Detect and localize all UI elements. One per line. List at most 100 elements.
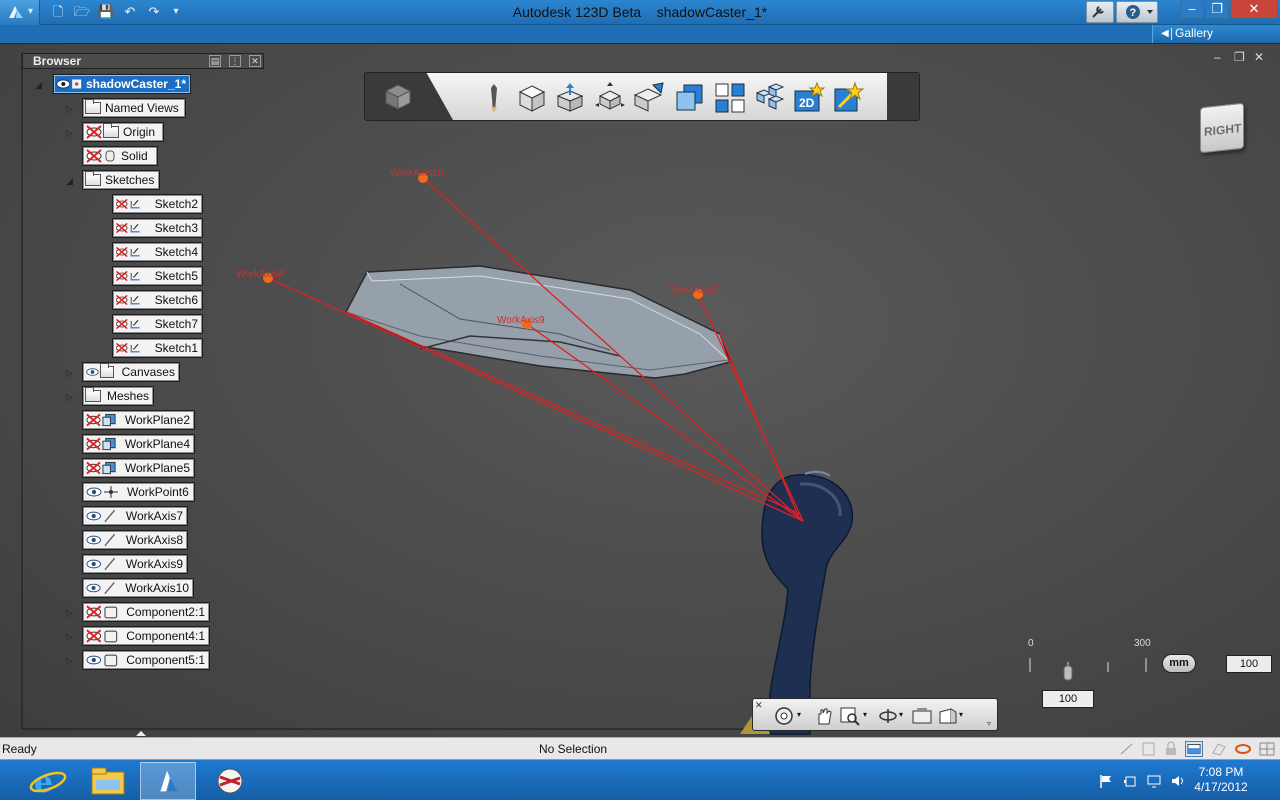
expand-arrow-icon[interactable]: ▷ <box>66 128 76 138</box>
tree-item-component2[interactable]: Component2:1 <box>82 602 210 622</box>
eye-icon[interactable] <box>85 558 102 570</box>
tree-item-sketch6[interactable]: Sketch6 <box>112 290 203 310</box>
grid-cube-icon[interactable] <box>381 81 415 113</box>
snap-icon[interactable] <box>1118 741 1136 757</box>
tree-root-shadowcaster[interactable]: shadowCaster_1* <box>53 74 191 94</box>
browser-close-icon[interactable]: ✕ <box>249 55 261 67</box>
hidden-visibility-icon[interactable] <box>85 437 102 451</box>
tree-item-sketch7[interactable]: Sketch7 <box>112 314 203 334</box>
grid-toggle-icon[interactable] <box>1258 741 1276 757</box>
eye-icon[interactable] <box>85 582 102 594</box>
unit-toggle-button[interactable]: mm <box>1162 654 1196 673</box>
tree-item-workaxis7[interactable]: WorkAxis7 <box>82 506 188 526</box>
eye-icon[interactable] <box>85 486 103 498</box>
tree-item-origin[interactable]: Origin <box>82 122 164 142</box>
system-clock[interactable]: 7:08 PM 4/17/2012 <box>1186 765 1256 795</box>
expand-arrow-icon[interactable]: ▷ <box>66 104 76 114</box>
browser-pin-icon[interactable]: ⋮ <box>229 55 241 67</box>
grid-size-input[interactable]: 100 <box>1226 655 1272 673</box>
zoom-window-icon[interactable] <box>839 706 861 726</box>
collapse-arrow-icon[interactable]: ◢ <box>66 176 76 186</box>
help-button[interactable]: ? <box>1116 1 1158 23</box>
hidden-visibility-icon[interactable] <box>85 149 103 163</box>
eye-icon[interactable] <box>56 78 71 90</box>
fit-view-icon[interactable] <box>911 706 933 726</box>
hidden-visibility-icon[interactable] <box>115 317 129 331</box>
primitive-box-icon[interactable] <box>515 81 549 115</box>
hidden-visibility-icon[interactable] <box>85 413 102 427</box>
hidden-visibility-icon[interactable] <box>85 629 103 643</box>
eye-icon[interactable] <box>85 654 103 666</box>
chevron-down-icon[interactable]: ▾ <box>797 710 801 719</box>
snipping-tool-icon[interactable] <box>202 762 258 800</box>
eye-icon[interactable] <box>85 510 102 522</box>
sketch-pencil-icon[interactable] <box>477 81 511 115</box>
chevron-down-icon[interactable]: ▾ <box>899 710 903 719</box>
make-magic-icon[interactable] <box>831 81 865 115</box>
tree-item-workaxis10[interactable]: WorkAxis10 <box>82 578 194 598</box>
tree-item-workplane4[interactable]: WorkPlane4 <box>82 434 195 454</box>
tree-item-workplane5[interactable]: WorkPlane5 <box>82 458 195 478</box>
hidden-visibility-icon[interactable] <box>115 341 129 355</box>
pan-hand-icon[interactable] <box>813 706 835 726</box>
action-center-flag-icon[interactable] <box>1098 773 1114 789</box>
expand-arrow-icon[interactable]: ▷ <box>66 608 76 618</box>
lock-icon[interactable] <box>1162 741 1180 757</box>
perspective-icon[interactable] <box>937 706 959 726</box>
view-cube[interactable]: RIGHT <box>1196 99 1248 157</box>
chevron-down-icon[interactable]: ▾ <box>863 710 867 719</box>
pattern-icon[interactable] <box>713 81 747 115</box>
2d-sketch-icon[interactable]: 2D <box>791 81 825 115</box>
autodesk-123d-taskbar-icon[interactable] <box>140 762 196 800</box>
collapse-arrow-icon[interactable]: ◢ <box>35 80 45 90</box>
orbit-wheel-icon[interactable] <box>773 706 795 726</box>
eye-icon[interactable] <box>85 534 102 546</box>
expand-arrow-icon[interactable]: ▷ <box>66 368 76 378</box>
volume-icon[interactable] <box>1170 773 1186 789</box>
hidden-visibility-icon[interactable] <box>115 197 129 211</box>
viewport-close-icon[interactable]: ✕ <box>1254 50 1264 64</box>
orbit-icon[interactable] <box>877 706 899 726</box>
move-icon[interactable] <box>593 81 627 115</box>
network-icon[interactable] <box>1146 773 1162 789</box>
expand-arrow-icon[interactable]: ▷ <box>66 656 76 666</box>
tree-item-sketch2[interactable]: Sketch2 <box>112 194 203 214</box>
internet-explorer-icon[interactable]: e <box>20 762 76 800</box>
viewport-restore-icon[interactable]: ❐ <box>1234 50 1245 64</box>
tree-item-component4[interactable]: Component4:1 <box>82 626 210 646</box>
tools-button[interactable] <box>1086 1 1114 23</box>
materials-icon[interactable] <box>1210 741 1228 757</box>
file-explorer-icon[interactable] <box>80 762 136 800</box>
navbar-customize-icon[interactable]: ▿ <box>987 719 991 728</box>
chevron-down-icon[interactable]: ▾ <box>959 710 963 719</box>
tree-item-sketch3[interactable]: Sketch3 <box>112 218 203 238</box>
tree-item-workaxis8[interactable]: WorkAxis8 <box>82 530 188 550</box>
viewport-minimize-icon[interactable]: – <box>1214 50 1221 64</box>
tree-item-workpoint6[interactable]: WorkPoint6 <box>82 482 195 502</box>
tree-item-sketches[interactable]: Sketches <box>82 170 160 190</box>
maximize-button[interactable]: ❐ <box>1205 0 1229 19</box>
tree-item-sketch4[interactable]: Sketch4 <box>112 242 203 262</box>
hidden-visibility-icon[interactable] <box>85 125 103 139</box>
slider-value-input[interactable]: 100 <box>1042 690 1094 708</box>
minimize-button[interactable]: – <box>1180 0 1204 19</box>
tree-item-solid[interactable]: Solid <box>82 146 158 166</box>
modify-icon[interactable] <box>633 81 667 115</box>
hidden-visibility-icon[interactable] <box>115 221 129 235</box>
expand-arrow-icon[interactable]: ▷ <box>66 632 76 642</box>
scale-slider[interactable] <box>1026 652 1156 686</box>
tree-item-canvases[interactable]: Canvases <box>82 362 180 382</box>
hidden-visibility-icon[interactable] <box>115 293 129 307</box>
power-icon[interactable] <box>1122 773 1138 789</box>
tree-item-named-views[interactable]: Named Views <box>82 98 186 118</box>
eye-icon[interactable] <box>85 366 100 378</box>
orbit-status-icon[interactable] <box>1234 741 1252 757</box>
tree-item-component5[interactable]: Component5:1 <box>82 650 210 670</box>
close-button[interactable]: ✕ <box>1230 0 1278 19</box>
tree-item-workplane2[interactable]: WorkPlane2 <box>82 410 195 430</box>
gallery-tab[interactable]: ◀ Gallery <box>1152 25 1280 43</box>
grid-snap-icon[interactable] <box>1140 741 1158 757</box>
tree-item-meshes[interactable]: Meshes <box>82 386 154 406</box>
browser-options-icon[interactable]: ▤ <box>209 55 221 67</box>
hidden-visibility-icon[interactable] <box>85 605 103 619</box>
